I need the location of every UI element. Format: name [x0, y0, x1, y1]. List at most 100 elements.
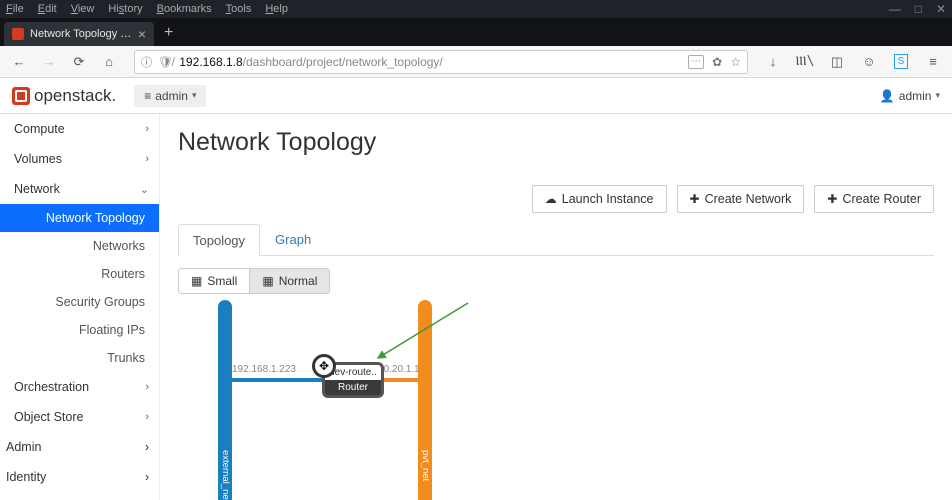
user-menu[interactable]: 👤 admin ▾ — [880, 89, 940, 103]
tab-topology[interactable]: Topology — [178, 224, 260, 256]
view-small-button[interactable]: ▦ Small — [179, 269, 250, 293]
sidebar-item-networks[interactable]: Networks — [0, 232, 159, 260]
sidebar-group-admin[interactable]: Admin › — [0, 432, 159, 462]
reload-button[interactable]: ⟳ — [66, 50, 92, 74]
launch-instance-button[interactable]: ☁ Launch Instance — [532, 185, 667, 213]
project-name: admin — [155, 89, 188, 103]
url-host: 192.168.1.8 — [179, 55, 242, 69]
library-icon[interactable]: ⲒⲒⲒ\ — [792, 50, 818, 74]
new-tab-button[interactable]: + — [154, 20, 183, 46]
sidebar-item-trunks[interactable]: Trunks — [0, 344, 159, 372]
view-normal-button[interactable]: ▦ Normal — [250, 269, 329, 293]
account-icon[interactable]: ☺ — [856, 50, 882, 74]
network-external-label: external_network — [220, 450, 231, 500]
sidebar-item-floating-ips[interactable]: Floating IPs — [0, 316, 159, 344]
chevron-right-icon: › — [145, 411, 149, 423]
sidebar-label: Orchestration — [14, 380, 89, 394]
sidebar-item-compute[interactable]: Compute › — [0, 114, 159, 144]
sidebar-label: Admin — [6, 440, 41, 454]
plus-icon: ✚ — [827, 192, 837, 206]
brand-logo[interactable]: openstack. — [12, 86, 116, 106]
reader-icon[interactable]: ✿ — [712, 55, 722, 69]
menu-icon[interactable]: ≡ — [920, 50, 946, 74]
ellipsis-icon[interactable]: ⋯ — [688, 55, 704, 69]
plus-icon: ✚ — [690, 192, 700, 206]
chevron-down-icon: ▾ — [935, 90, 940, 101]
sidebar-item-volumes[interactable]: Volumes › — [0, 144, 159, 174]
network-private-label: pvt_net — [420, 450, 431, 481]
sidebar-label: Identity — [6, 470, 46, 484]
url-bar[interactable]: ⓘ 🛡︎̸ 192.168.1.8/dashboard/project/netw… — [134, 50, 748, 74]
create-network-button[interactable]: ✚ Create Network — [677, 185, 805, 213]
main-content: Network Topology ☁ Launch Instance ✚ Cre… — [160, 114, 952, 500]
window-close-icon[interactable]: ✕ — [936, 2, 946, 16]
back-button[interactable]: ← — [6, 50, 32, 74]
url-path: /dashboard/project/network_topology/ — [243, 55, 443, 69]
extension-icon[interactable]: S — [888, 50, 914, 74]
menu-view[interactable]: View — [71, 3, 95, 15]
star-icon[interactable]: ☆ — [730, 55, 741, 69]
sidebar-label: Object Store — [14, 410, 83, 424]
menu-file[interactable]: File — [6, 3, 24, 15]
chevron-down-icon: ▾ — [192, 90, 197, 101]
sidebar-item-routers[interactable]: Routers — [0, 260, 159, 288]
network-private[interactable]: pvt_net — [418, 300, 432, 500]
grid-normal-icon: ▦ — [262, 274, 273, 288]
downloads-icon[interactable]: ↓ — [760, 50, 786, 74]
window-minimize-icon[interactable]: — — [889, 2, 901, 16]
connection-external — [232, 378, 332, 382]
list-icon: ≡ — [144, 89, 151, 103]
router-icon[interactable]: ✥ — [312, 354, 336, 378]
sidebar-item-orchestration[interactable]: Orchestration › — [0, 372, 159, 402]
menu-history[interactable]: History — [108, 3, 142, 15]
window-menubar: File Edit View History Bookmarks Tools H… — [0, 0, 952, 18]
shield-slash-icon[interactable]: 🛡︎̸ — [158, 55, 173, 69]
tab-favicon-icon — [12, 28, 24, 40]
menu-edit[interactable]: Edit — [38, 3, 57, 15]
brand-text: openstack. — [34, 86, 116, 106]
grid-small-icon: ▦ — [191, 274, 202, 288]
home-button[interactable]: ⌂ — [96, 50, 122, 74]
browser-tab[interactable]: Network Topology - OpenStac × — [4, 22, 154, 46]
router-type: Router — [325, 380, 381, 395]
ip-external: 192.168.1.223 — [232, 364, 296, 375]
chevron-right-icon: › — [145, 470, 149, 484]
sidebar-label: Network — [14, 182, 60, 196]
sidebar-item-object-store[interactable]: Object Store › — [0, 402, 159, 432]
user-name: admin — [899, 89, 932, 103]
browser-tab-bar: Network Topology - OpenStac × + — [0, 18, 952, 46]
sidebar-label: Compute — [14, 122, 65, 136]
topology-canvas[interactable]: external_network pvt_net 192.168.1.223 1… — [178, 300, 934, 500]
sidebar-item-network[interactable]: Network ⌄ — [0, 174, 159, 204]
chevron-right-icon: › — [145, 153, 149, 165]
cloud-upload-icon: ☁ — [545, 192, 557, 206]
sidebar-label: Volumes — [14, 152, 62, 166]
forward-button[interactable]: → — [36, 50, 62, 74]
sidebar-item-network-topology[interactable]: Network Topology — [0, 204, 159, 232]
tab-graph[interactable]: Graph — [260, 223, 326, 255]
menu-bookmarks[interactable]: Bookmarks — [157, 3, 212, 15]
info-icon[interactable]: ⓘ — [141, 54, 152, 70]
openstack-logo-icon — [12, 87, 30, 105]
sidebar-item-security-groups[interactable]: Security Groups — [0, 288, 159, 316]
app-header: openstack. ≡ admin ▾ 👤 admin ▾ — [0, 78, 952, 114]
project-picker[interactable]: ≡ admin ▾ — [134, 85, 206, 107]
network-external[interactable]: external_network — [218, 300, 232, 500]
create-router-button[interactable]: ✚ Create Router — [814, 185, 934, 213]
chevron-right-icon: › — [145, 123, 149, 135]
ip-private: 10.20.1.1 — [378, 364, 420, 375]
window-maximize-icon[interactable]: □ — [915, 2, 922, 16]
sidebar-icon[interactable]: ◫ — [824, 50, 850, 74]
action-bar: ☁ Launch Instance ✚ Create Network ✚ Cre… — [178, 185, 934, 213]
menu-help[interactable]: Help — [265, 3, 288, 15]
chevron-down-icon: ⌄ — [140, 183, 149, 196]
menu-tools[interactable]: Tools — [226, 3, 252, 15]
sidebar-group-identity[interactable]: Identity › — [0, 462, 159, 492]
page-title: Network Topology — [178, 124, 934, 161]
chevron-right-icon: › — [145, 440, 149, 454]
tab-title: Network Topology - OpenStac — [30, 28, 132, 40]
tab-close-icon[interactable]: × — [138, 27, 146, 41]
chevron-right-icon: › — [145, 381, 149, 393]
user-icon: 👤 — [880, 89, 895, 103]
sidebar: Compute › Volumes › Network ⌄ Network To… — [0, 114, 160, 500]
